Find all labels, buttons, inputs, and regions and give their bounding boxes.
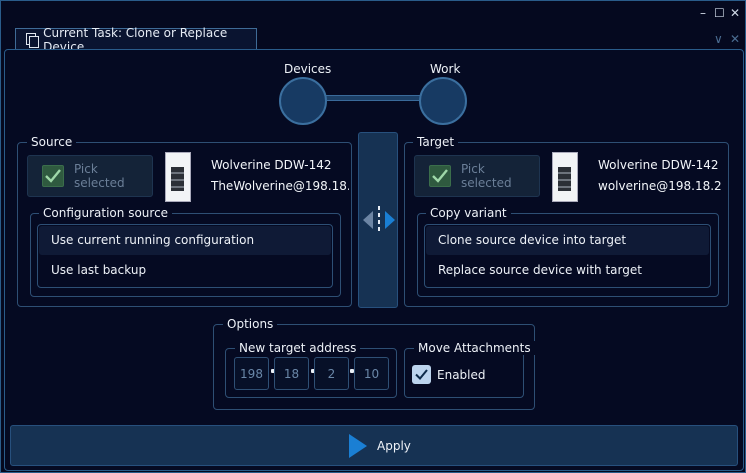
check-icon (42, 165, 64, 187)
step-devices-label: Devices (284, 62, 332, 76)
swap-arrows-icon (363, 206, 395, 234)
step-work-dot[interactable] (419, 77, 467, 125)
enabled-checkbox[interactable] (412, 365, 431, 384)
copy-document-icon (26, 33, 40, 48)
tab-close-icon[interactable]: ✕ (730, 32, 740, 46)
options-title: Options (223, 317, 278, 331)
app-window: – ☐ ✕ Current Task: Clone or Replace Dev… (0, 0, 746, 473)
target-device-address: wolverine@198.18.2.2 (598, 179, 722, 193)
source-pick-selected-button[interactable]: Pick selected (27, 155, 153, 197)
target-pick-label: Pick selected (460, 162, 512, 190)
play-icon (349, 434, 367, 458)
source-device-address: TheWolverine@198.18.2.1 (211, 179, 349, 193)
apply-button[interactable]: Apply (10, 425, 738, 466)
target-device-image (552, 152, 578, 202)
source-device-name: Wolverine DDW-142 (211, 158, 332, 172)
copy-variant-title: Copy variant (426, 206, 511, 220)
tab-current-task[interactable]: Current Task: Clone or Replace Device (15, 26, 257, 54)
list-item[interactable]: Use current running configuration (39, 226, 331, 255)
apply-label: Apply (377, 439, 411, 453)
ip-octet-4-input[interactable]: 10 (354, 357, 389, 390)
ip-octet-2-input[interactable]: 18 (274, 357, 309, 390)
configuration-source-list: Use current running configuration Use la… (37, 224, 333, 288)
list-item[interactable]: Replace source device with target (426, 256, 709, 285)
step-work-label: Work (430, 62, 461, 76)
step-connector (319, 95, 429, 101)
enabled-label: Enabled (437, 368, 486, 382)
configuration-source-title: Configuration source (39, 206, 173, 220)
swap-direction-button[interactable] (358, 132, 398, 308)
new-target-address-title: New target address (235, 341, 361, 355)
minimize-button[interactable]: – (700, 6, 706, 20)
check-icon (429, 165, 451, 187)
source-title: Source (27, 135, 77, 149)
list-item[interactable]: Clone source device into target (426, 226, 709, 255)
ip-octet-3-input[interactable]: 2 (314, 357, 349, 390)
step-devices-dot[interactable] (279, 77, 327, 125)
target-pick-selected-button[interactable]: Pick selected (414, 155, 540, 197)
target-title: Target (413, 135, 459, 149)
checkmark-icon (415, 369, 428, 380)
maximize-button[interactable]: ☐ (714, 6, 725, 20)
list-item[interactable]: Use last backup (39, 256, 331, 285)
target-device-name: Wolverine DDW-142 (598, 158, 719, 172)
ip-octet-1-input[interactable]: 198 (234, 357, 269, 390)
source-pick-label: Pick selected (73, 162, 125, 190)
close-window-button[interactable]: ✕ (730, 6, 740, 20)
tab-menu-chevron-icon[interactable]: ∨ (714, 32, 723, 46)
copy-variant-list: Clone source device into target Replace … (424, 224, 711, 288)
source-device-image (165, 152, 191, 202)
move-attachments-title: Move Attachments (414, 341, 535, 355)
